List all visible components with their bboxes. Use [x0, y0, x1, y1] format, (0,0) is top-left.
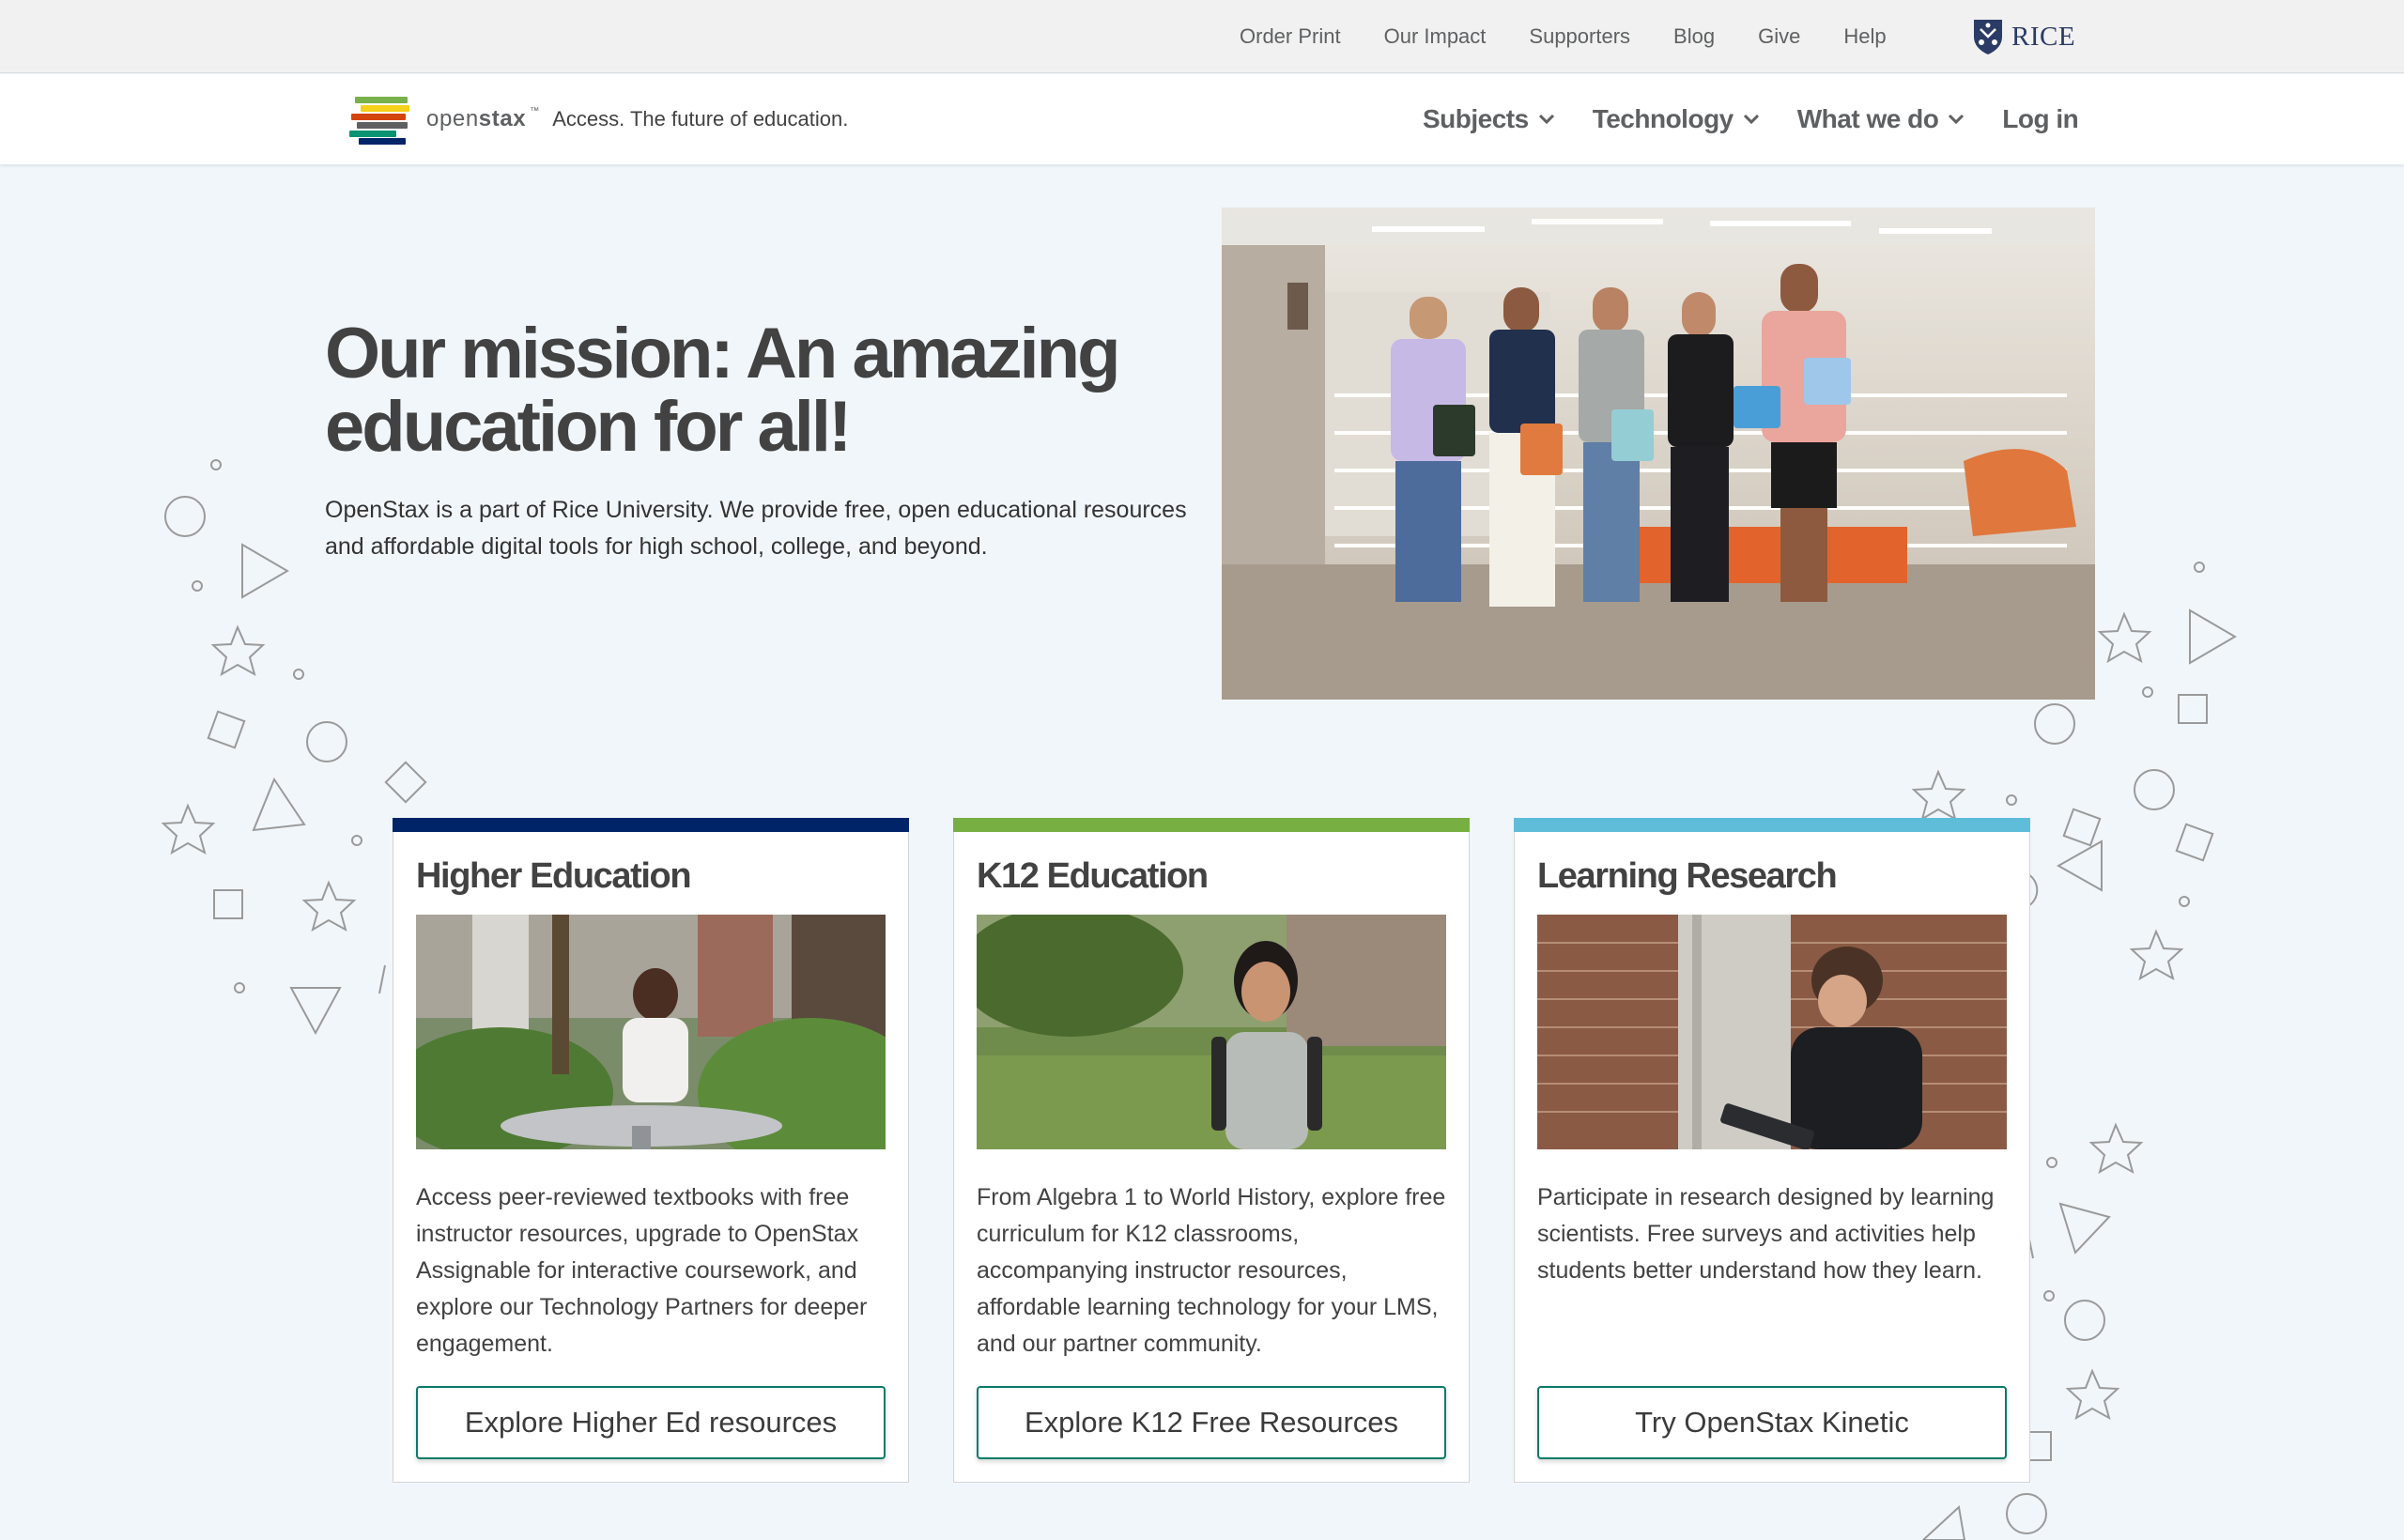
card-accent-bar: [953, 818, 1470, 832]
students-group-photo-icon: [1222, 208, 2095, 700]
chevron-down-icon: [1538, 114, 1554, 125]
card-accent-bar: [393, 818, 909, 832]
rice-wordmark: RICE: [2011, 21, 2076, 52]
brand-tagline: Access. The future of education.: [552, 107, 849, 131]
card-title: Higher Education: [416, 856, 692, 896]
explore-k12-button[interactable]: Explore K12 Free Resources: [977, 1386, 1446, 1459]
utility-link-order-print[interactable]: Order Print: [1240, 24, 1341, 49]
utility-nav: Order Print Our Impact Supporters Blog G…: [1240, 0, 1887, 73]
utility-link-our-impact[interactable]: Our Impact: [1384, 24, 1487, 49]
card-higher-education: Higher Education Access peer-reviewed te…: [393, 818, 909, 1483]
openstax-logo[interactable]: openstax ™ Access. The future of educati…: [347, 95, 849, 145]
student-writing-tablet-photo: [1537, 915, 2007, 1149]
card-description: Participate in research designed by lear…: [1537, 1184, 1995, 1284]
rice-logo[interactable]: RICE: [1972, 17, 2075, 56]
nav-subjects[interactable]: Subjects: [1423, 104, 1555, 134]
student-studying-photo-icon: [416, 915, 886, 1149]
card-k12-education: K12 Education From Algebra 1 to World Hi…: [953, 818, 1470, 1483]
brand-trademark: ™: [530, 106, 540, 116]
explore-higher-ed-button[interactable]: Explore Higher Ed resources: [416, 1386, 886, 1459]
books-logo-icon: [347, 95, 415, 145]
utility-link-give[interactable]: Give: [1758, 24, 1800, 49]
utility-link-help[interactable]: Help: [1843, 24, 1886, 49]
utility-bar: Order Print Our Impact Supporters Blog G…: [0, 0, 2404, 73]
student-studying-photo: [416, 915, 886, 1149]
main-header: openstax ™ Access. The future of educati…: [0, 74, 2404, 164]
student-writing-tablet-photo-icon: [1537, 915, 2007, 1149]
try-openstax-kinetic-button[interactable]: Try OpenStax Kinetic: [1537, 1386, 2007, 1459]
chevron-down-icon: [1743, 114, 1759, 125]
nav-log-in[interactable]: Log in: [2002, 104, 2078, 134]
chevron-down-icon: [1949, 114, 1965, 125]
hero-description: OpenStax is a part of Rice University. W…: [325, 497, 1187, 560]
card-description: From Algebra 1 to World History, explore…: [977, 1184, 1446, 1357]
card-learning-research: Learning Research Participate in researc…: [1514, 818, 2030, 1483]
main-nav: Subjects Technology What we do Log in: [1423, 74, 2079, 164]
card-accent-bar: [1514, 818, 2030, 832]
nav-technology[interactable]: Technology: [1593, 104, 1760, 134]
card-description: Access peer-reviewed textbooks with free…: [416, 1184, 868, 1357]
students-group-photo: [1222, 208, 2095, 700]
card-title: Learning Research: [1537, 856, 1838, 896]
hero-title: Our mission: An amazing education for all…: [325, 314, 1121, 467]
brand-name: openstax: [426, 106, 527, 131]
utility-link-blog[interactable]: Blog: [1673, 24, 1715, 49]
smiling-student-photo: [977, 915, 1446, 1149]
smiling-student-photo-icon: [977, 915, 1446, 1149]
card-title: K12 Education: [977, 856, 1209, 896]
rice-shield-icon: [1974, 20, 2002, 54]
nav-what-we-do[interactable]: What we do: [1797, 104, 1965, 134]
utility-link-supporters[interactable]: Supporters: [1529, 24, 1630, 49]
